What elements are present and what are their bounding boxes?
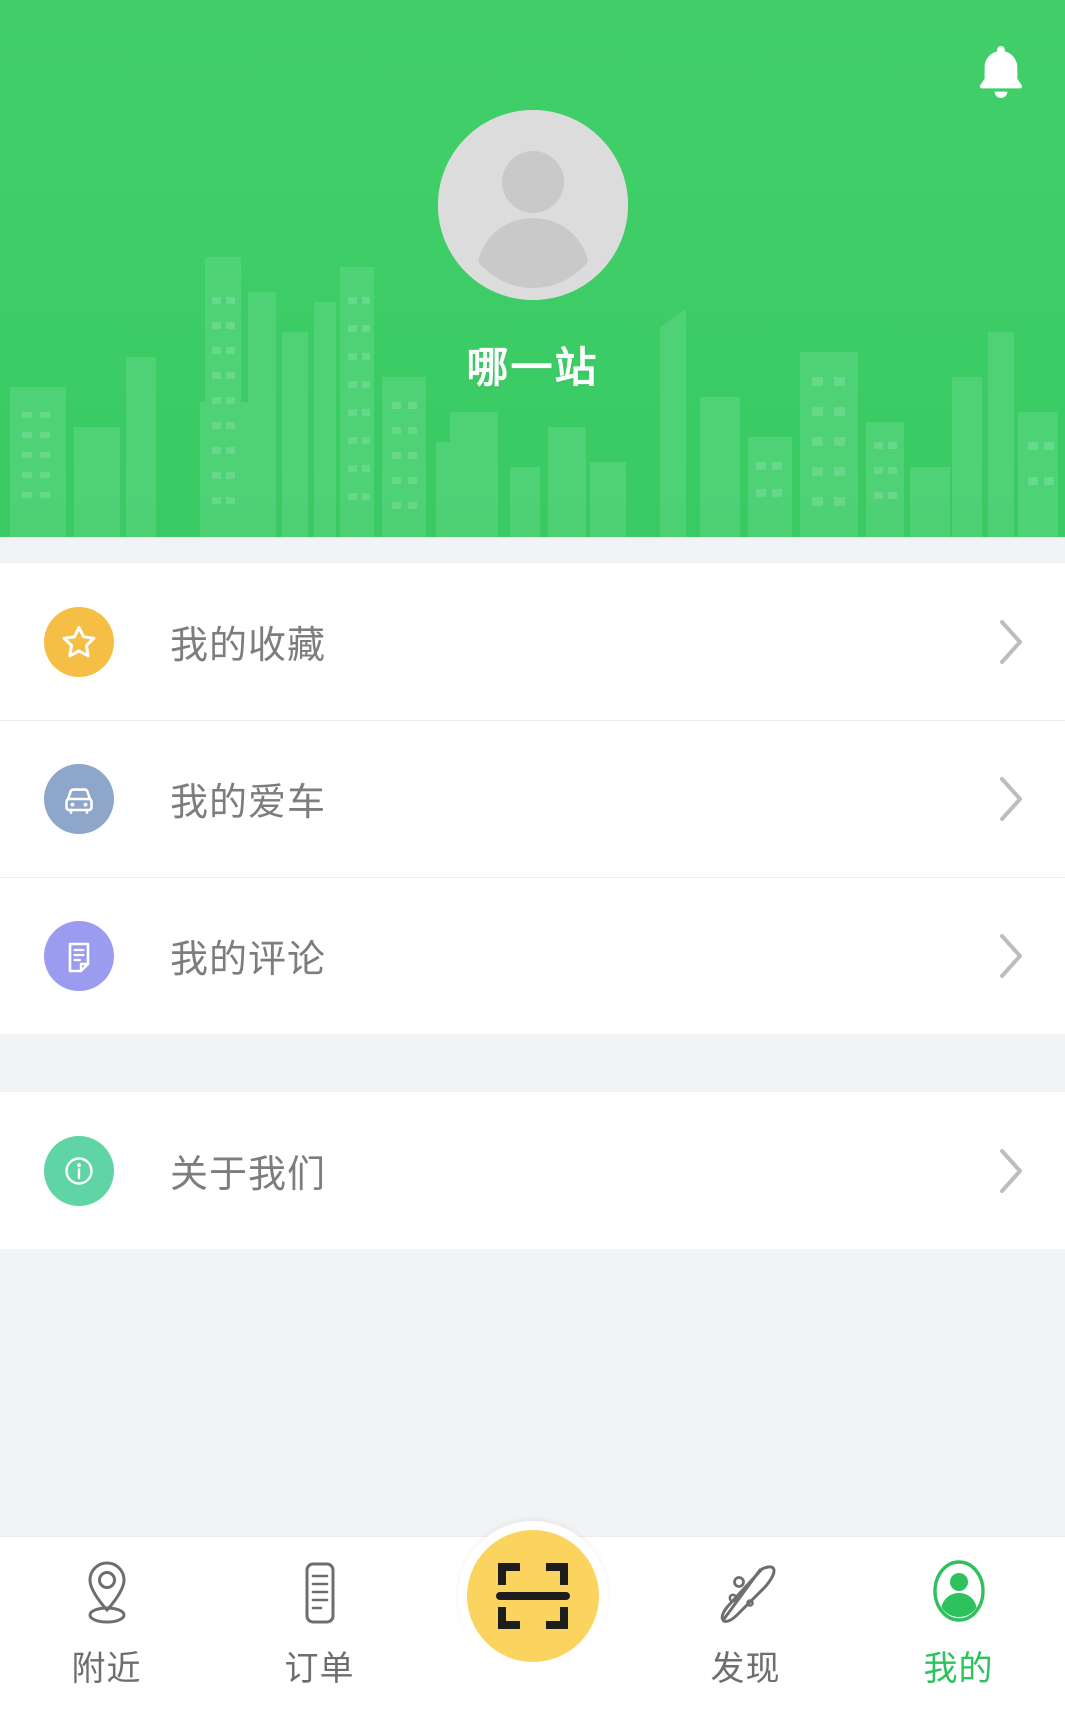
qr-scan-icon bbox=[492, 1555, 574, 1637]
menu-item-my-comments[interactable]: 我的评论 bbox=[0, 877, 1065, 1034]
tab-mine[interactable]: 我的 bbox=[852, 1537, 1065, 1713]
menu-group-primary: 我的收藏 我的爱车 我的评论 bbox=[0, 563, 1065, 1034]
bottom-navigation: 附近 订单 发现 我的 bbox=[0, 1521, 1065, 1713]
star-icon bbox=[44, 606, 114, 677]
person-icon bbox=[927, 1555, 991, 1631]
menu-group-secondary: 关于我们 bbox=[0, 1092, 1065, 1249]
menu-item-favorites[interactable]: 我的收藏 bbox=[0, 563, 1065, 720]
info-icon bbox=[44, 1135, 114, 1206]
profile-screen: 哪一站 我的收藏 我的爱车 我的评论 关于我们 附近 订单 发现 我的 bbox=[0, 0, 1065, 1713]
chevron-right-icon bbox=[991, 613, 1031, 671]
menu-item-label: 我的评论 bbox=[170, 939, 327, 981]
order-list-icon bbox=[288, 1555, 352, 1631]
menu-item-my-car[interactable]: 我的爱车 bbox=[0, 720, 1065, 877]
menu-item-label: 关于我们 bbox=[170, 1154, 327, 1196]
profile-header: 哪一站 bbox=[0, 0, 1065, 537]
notification-bell-button[interactable] bbox=[965, 36, 1037, 108]
avatar[interactable] bbox=[437, 110, 628, 300]
chevron-right-icon bbox=[991, 770, 1031, 828]
bell-icon bbox=[974, 43, 1028, 101]
car-icon bbox=[44, 763, 114, 834]
tab-label: 附近 bbox=[71, 1650, 142, 1688]
page-title: 哪一站 bbox=[466, 344, 599, 391]
tab-label: 订单 bbox=[284, 1650, 355, 1688]
menu-item-about-us[interactable]: 关于我们 bbox=[0, 1092, 1065, 1249]
scan-button[interactable] bbox=[457, 1521, 608, 1671]
document-comment-icon bbox=[44, 920, 114, 991]
planet-discover-icon bbox=[712, 1555, 780, 1631]
list-gap-top bbox=[0, 537, 1065, 563]
list-gap-middle bbox=[0, 1034, 1065, 1092]
chevron-right-icon bbox=[991, 927, 1031, 985]
content-filler bbox=[0, 1249, 1065, 1536]
tab-discover[interactable]: 发现 bbox=[639, 1537, 852, 1713]
tab-orders[interactable]: 订单 bbox=[213, 1537, 426, 1713]
menu-item-label: 我的收藏 bbox=[170, 625, 327, 667]
default-avatar-icon bbox=[437, 110, 628, 300]
tab-label: 发现 bbox=[710, 1650, 781, 1688]
tab-label: 我的 bbox=[923, 1650, 994, 1688]
chevron-right-icon bbox=[991, 1142, 1031, 1200]
menu-item-label: 我的爱车 bbox=[170, 782, 327, 824]
tab-nearby[interactable]: 附近 bbox=[0, 1537, 213, 1713]
location-pin-icon bbox=[75, 1555, 139, 1631]
